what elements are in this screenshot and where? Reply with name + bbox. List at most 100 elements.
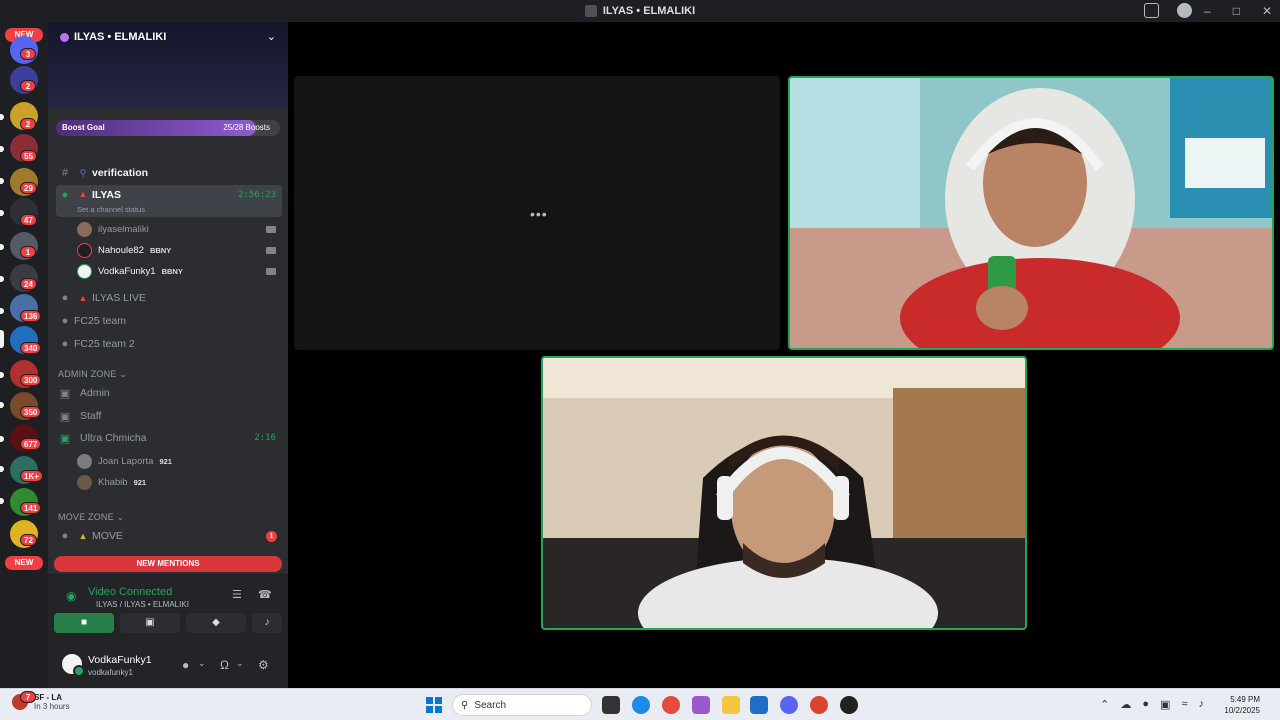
avatar [77, 453, 92, 469]
voice-user[interactable]: Khabib 921 [77, 473, 146, 491]
voice-user[interactable]: ilyaselmaliki [77, 220, 149, 238]
lock-icon: ▣ [59, 410, 71, 423]
video-tile-participant[interactable] [788, 76, 1274, 350]
activity-button[interactable]: ◆ [186, 613, 246, 633]
unread-badge: 141 [20, 502, 42, 514]
speaker-icon: ● [61, 315, 69, 327]
voice-user[interactable]: Nahoule82 BBNY [77, 241, 171, 259]
edge-icon[interactable] [632, 696, 650, 714]
voice-user-name: ilyaselmaliki [98, 223, 149, 235]
unread-badge: 55 [20, 150, 37, 162]
inbox-icon[interactable] [1144, 3, 1159, 18]
store-icon[interactable] [750, 696, 768, 714]
server-name: ILYAS • ELMALIKI [74, 31, 167, 43]
help-icon[interactable] [1177, 3, 1192, 18]
channel-staff[interactable]: ▣ Staff [56, 405, 282, 427]
system-tray: ⌃ ☁ ● ▣ ≈ ♪ [1100, 698, 1204, 711]
cloud-icon[interactable]: ☁ [1120, 698, 1131, 711]
camera-icon: ■ [80, 617, 88, 628]
voice-channel-move[interactable]: ● ▲ MOVE [56, 525, 282, 547]
voice-channel-fc25-2[interactable]: ● FC25 team 2 [56, 333, 282, 355]
live-emoji-icon: ▲ [78, 189, 88, 199]
lock-icon: ▣ [59, 432, 71, 445]
lock-icon: ▣ [59, 387, 71, 400]
unread-indicator [0, 372, 4, 378]
chevron-down-icon[interactable]: ⌄ [267, 30, 276, 43]
browser-icon[interactable] [810, 696, 828, 714]
channel-status-prompt[interactable]: Set a channel status [77, 205, 145, 214]
avatar [77, 474, 92, 490]
unread-indicator [0, 146, 4, 152]
file-explorer-icon[interactable] [722, 696, 740, 714]
new-pill-bottom[interactable]: NEW [5, 556, 43, 570]
discord-icon[interactable] [780, 696, 798, 714]
clock-time: 5:49 PM [1230, 695, 1260, 704]
soundboard-button[interactable]: ♪ [252, 613, 282, 633]
unread-indicator [0, 210, 4, 216]
chevron-down-icon[interactable]: ⌄ [236, 658, 244, 669]
channel-name: FC25 team [74, 315, 126, 327]
noise-suppression-icon[interactable]: ☰ [232, 588, 242, 601]
maximize-icon[interactable]: □ [1233, 4, 1240, 18]
headphones-icon[interactable]: Ω [220, 658, 229, 672]
server-header[interactable]: ILYAS • ELMALIKI [60, 31, 166, 43]
voice-channel-ilyas-live[interactable]: ● ▲ ILYAS LIVE [56, 287, 282, 309]
minimize-icon[interactable]: – [1204, 4, 1211, 18]
user-display-name[interactable]: VodkaFunky1 [88, 654, 152, 666]
chrome-icon[interactable] [662, 696, 680, 714]
new-mentions-button[interactable]: NEW MENTIONS [54, 556, 282, 572]
unread-indicator [0, 436, 4, 442]
wifi-icon[interactable]: ≈ [1181, 698, 1187, 711]
call-stage: ••• [288, 22, 1280, 688]
user-username: vodkafunky1 [88, 668, 133, 677]
avatar[interactable] [60, 652, 85, 677]
voice-timer: 2:16 [254, 433, 276, 443]
close-icon[interactable]: ✕ [1262, 4, 1272, 18]
chevron-up-icon[interactable]: ⌃ [1100, 698, 1109, 711]
video-tile-participant[interactable] [541, 356, 1027, 630]
camera-button[interactable]: ■ [54, 613, 114, 633]
task-view-icon[interactable] [602, 696, 620, 714]
obs-icon[interactable] [840, 696, 858, 714]
signal-icon[interactable]: ◉ [66, 589, 76, 603]
volume-icon[interactable]: ♪ [1199, 698, 1205, 711]
display-icon[interactable]: ▣ [1160, 698, 1170, 711]
boost-goal-label: Boost Goal [62, 123, 105, 132]
voice-status[interactable]: Video Connected [88, 586, 172, 598]
channel-verification[interactable]: # ⚲ verification [56, 162, 282, 184]
video-tile-loading[interactable]: ••• [294, 76, 780, 350]
copilot-icon[interactable] [692, 696, 710, 714]
title-tools [1144, 3, 1192, 18]
user-tag: BBNY [149, 245, 172, 255]
unread-indicator [0, 308, 4, 314]
disconnect-icon[interactable]: ☎ [258, 588, 272, 601]
windows-start-icon[interactable] [426, 697, 442, 713]
microphone-icon[interactable]: ● [182, 658, 189, 672]
clock-date: 10/2/2025 [1224, 706, 1260, 715]
weather-widget[interactable]: 7 SF - LA In 3 hours [12, 691, 70, 711]
voice-timer: 2:56:23 [238, 190, 276, 200]
screen-share-button[interactable]: ▣ [120, 613, 180, 633]
voice-user[interactable]: Joan Laporta 921 [77, 452, 172, 470]
taskbar-clock[interactable]: 5:49 PM 10/2/2025 [1224, 694, 1260, 716]
category-move-zone[interactable]: MOVE ZONE ⌄ [58, 512, 124, 523]
user-tag: 921 [159, 456, 172, 466]
category-name: ADMIN ZONE [58, 369, 117, 379]
unread-badge: 677 [20, 438, 42, 450]
unread-badge: 2 [20, 118, 36, 130]
title-bar: ILYAS • ELMALIKI – □ ✕ [0, 0, 1280, 22]
voice-channel-fc25[interactable]: ● FC25 team [56, 310, 282, 332]
boost-goal-bar[interactable]: Boost Goal 25/28 Boosts [56, 120, 280, 136]
unread-badge: 350 [20, 406, 42, 418]
taskbar-search[interactable]: ⚲ Search [452, 694, 592, 716]
voice-channel-path[interactable]: ILYAS / ILYAS • ELMALIKI [96, 600, 189, 609]
avatar [77, 242, 92, 258]
chevron-down-icon[interactable]: ⌄ [198, 658, 206, 669]
category-admin-zone[interactable]: ADMIN ZONE ⌄ [58, 369, 127, 380]
voice-user[interactable]: VodkaFunky1 BBNY [77, 262, 183, 280]
speaker-icon: ● [61, 530, 69, 542]
microphone-icon[interactable]: ● [1142, 698, 1149, 711]
channel-ultra-chmicha[interactable]: ▣ Ultra Chmicha 2:16 [56, 427, 282, 449]
gear-icon[interactable]: ⚙ [258, 658, 269, 672]
channel-admin[interactable]: ▣ Admin [56, 382, 282, 404]
